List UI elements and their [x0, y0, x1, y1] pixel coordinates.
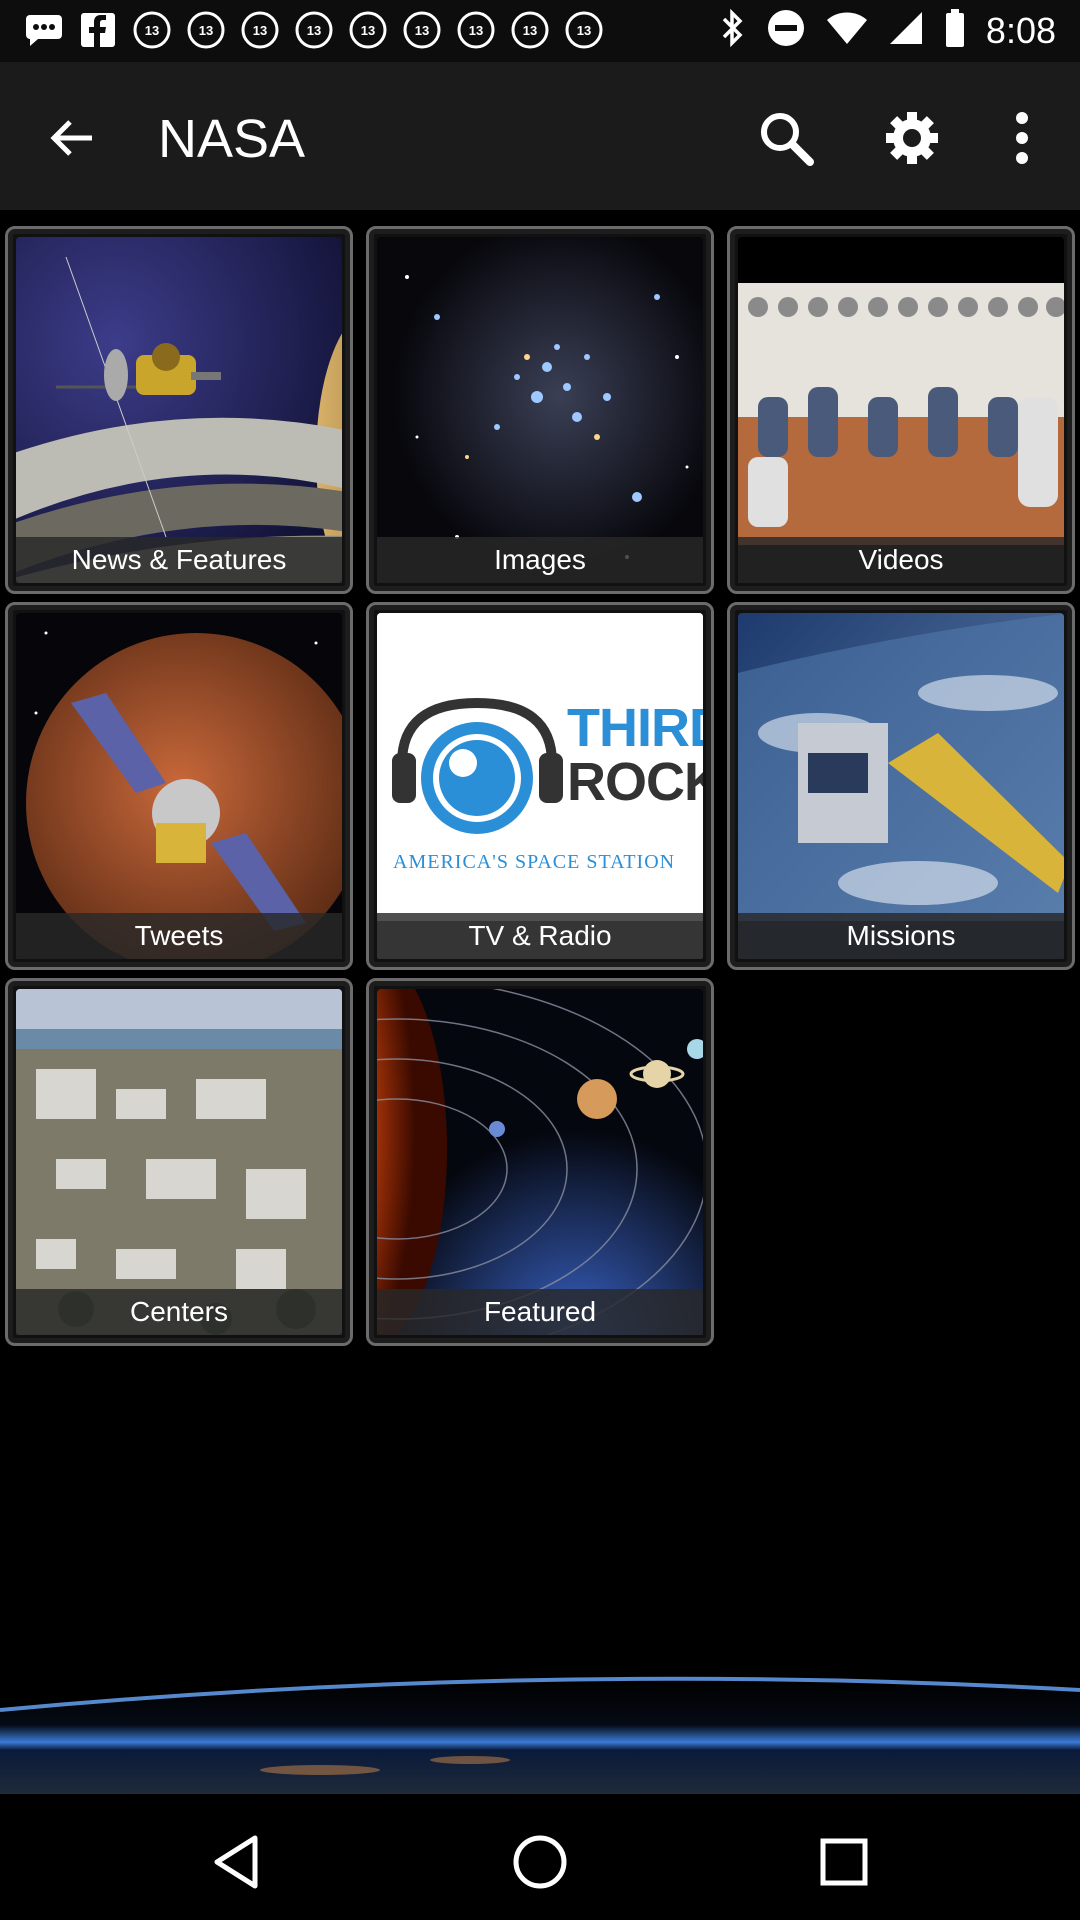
nav-home-button[interactable] — [500, 1822, 580, 1902]
abc13-icon: 13 — [402, 10, 442, 50]
circle-home-icon — [513, 1835, 567, 1889]
search-button[interactable] — [750, 102, 822, 174]
tile-news-features[interactable]: News & Features — [5, 226, 353, 594]
do-not-disturb-icon — [766, 8, 806, 53]
search-icon — [761, 113, 814, 166]
svg-text:13: 13 — [469, 23, 483, 38]
abc13-icon: 13 — [132, 10, 172, 50]
status-bar: 13 13 13 13 13 13 13 13 13 8:08 — [0, 0, 1080, 62]
triangle-back-icon — [214, 1835, 258, 1889]
tweets-image — [16, 613, 342, 959]
tile-label: Images — [377, 537, 703, 583]
settings-button[interactable] — [876, 102, 948, 174]
tile-label: Tweets — [16, 913, 342, 959]
svg-text:13: 13 — [307, 23, 321, 38]
tile-tweets[interactable]: Tweets — [5, 602, 353, 970]
tile-images[interactable]: Images — [366, 226, 714, 594]
back-button[interactable] — [40, 106, 104, 170]
svg-text:13: 13 — [361, 23, 375, 38]
gear-icon — [886, 112, 938, 164]
system-icons: 8:08 — [720, 8, 1056, 53]
videos-image — [738, 237, 1064, 583]
centers-image — [16, 989, 342, 1335]
tile-featured[interactable]: Featured — [366, 978, 714, 1346]
svg-text:13: 13 — [415, 23, 429, 38]
tile-label: Featured — [377, 1289, 703, 1335]
nav-recents-button[interactable] — [804, 1822, 884, 1902]
news-features-image — [16, 237, 342, 583]
bluetooth-icon — [720, 8, 746, 53]
tile-tv-radio[interactable]: THIRD ROCK AMERICA'S SPACE STATION TV & … — [366, 602, 714, 970]
app-bar: NASA — [0, 62, 1080, 210]
signal-icon — [888, 10, 924, 51]
sms-icon — [24, 10, 64, 50]
abc13-icon: 13 — [294, 10, 334, 50]
tile-label: News & Features — [16, 537, 342, 583]
svg-text:13: 13 — [523, 23, 537, 38]
third-rock-tagline: AMERICA'S SPACE STATION — [393, 851, 676, 873]
tile-label: TV & Radio — [377, 913, 703, 959]
abc13-icon: 13 — [348, 10, 388, 50]
battery-icon — [944, 8, 966, 53]
svg-text:13: 13 — [253, 23, 267, 38]
missions-image — [738, 613, 1064, 959]
more-vert-icon — [1016, 112, 1028, 164]
svg-text:13: 13 — [199, 23, 213, 38]
abc13-icon: 13 — [240, 10, 280, 50]
facebook-icon — [78, 10, 118, 50]
tile-centers[interactable]: Centers — [5, 978, 353, 1346]
clock: 8:08 — [985, 9, 1056, 51]
tile-missions[interactable]: Missions — [727, 602, 1075, 970]
system-navigation-bar — [0, 1794, 1080, 1920]
abc13-icon: 13 — [186, 10, 226, 50]
more-options-button[interactable] — [986, 102, 1058, 174]
tile-label: Centers — [16, 1289, 342, 1335]
page-title: NASA — [158, 109, 306, 169]
tv-radio-image: THIRD ROCK AMERICA'S SPACE STATION — [377, 613, 703, 959]
nav-back-button[interactable] — [196, 1822, 276, 1902]
abc13-icon: 13 — [456, 10, 496, 50]
svg-text:13: 13 — [577, 23, 591, 38]
notification-icons: 13 13 13 13 13 13 13 13 13 — [24, 10, 604, 50]
wifi-icon — [826, 10, 868, 51]
earth-horizon-background — [0, 1570, 1080, 1794]
images-image — [377, 237, 703, 583]
arrow-back-icon — [50, 120, 92, 156]
tile-label: Missions — [738, 913, 1064, 959]
tile-label: Videos — [738, 537, 1064, 583]
featured-image — [377, 989, 703, 1335]
square-recents-icon — [820, 1838, 868, 1886]
tile-videos[interactable]: Videos — [727, 226, 1075, 594]
svg-text:13: 13 — [145, 23, 159, 38]
abc13-icon: 13 — [564, 10, 604, 50]
abc13-icon: 13 — [510, 10, 550, 50]
third-rock-logo-text: THIRD ROCK — [567, 698, 703, 812]
